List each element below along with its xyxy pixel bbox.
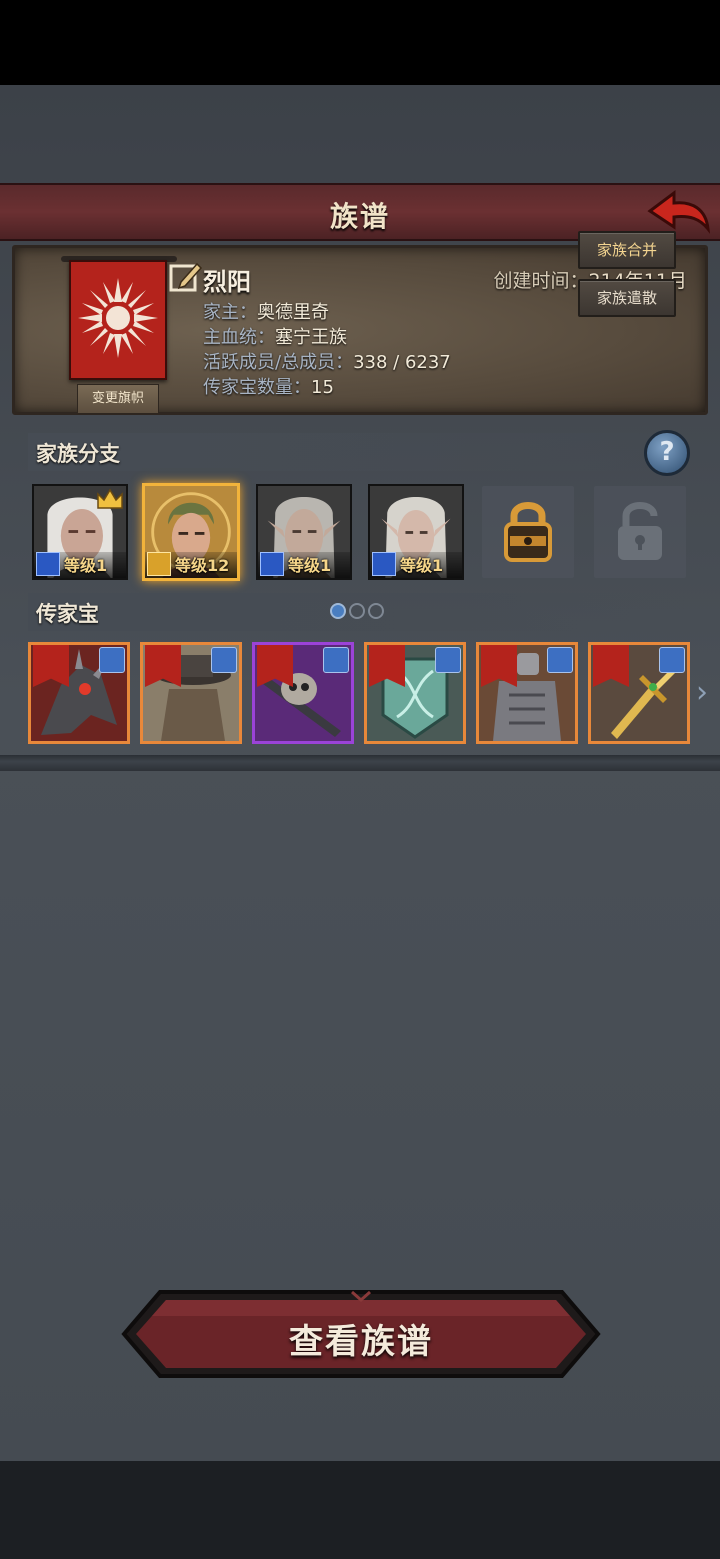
info-label: 主血统： xyxy=(203,327,275,348)
person-icon xyxy=(547,647,573,673)
branch-level: 等级1 xyxy=(288,556,332,575)
sword-role-icon xyxy=(36,552,60,576)
clan-info-panel: 变更旗帜 烈阳 创建时间：214年11月 家主：奥德里奇 主血统：塞宁王族 活跃… xyxy=(12,245,708,415)
clan-merge-button[interactable]: 家族合并 xyxy=(578,231,676,269)
heirloom-item[interactable] xyxy=(140,642,242,744)
page-title: 族谱 xyxy=(329,200,390,233)
heirloom-pagination xyxy=(330,603,387,623)
main-bloodline: 主血统：塞宁王族 xyxy=(203,325,451,350)
info-value: 塞宁王族 xyxy=(275,327,347,348)
section-divider xyxy=(0,755,720,771)
heirloom-item[interactable] xyxy=(364,642,466,744)
sword-role-icon xyxy=(260,552,284,576)
person-icon xyxy=(323,647,349,673)
branch-level: 等级1 xyxy=(400,556,444,575)
heirloom-item[interactable] xyxy=(252,642,354,744)
sun-emblem-icon xyxy=(78,278,158,358)
heirloom-item[interactable] xyxy=(588,642,690,744)
clan-name: 烈阳 xyxy=(203,268,251,296)
padlock-grey-icon xyxy=(618,502,662,560)
view-family-tree-label: 查看族谱 xyxy=(289,1322,433,1362)
info-label: 活跃成员/总成员： xyxy=(203,352,354,373)
locked-branch-slot xyxy=(594,486,686,578)
help-icon[interactable]: ? xyxy=(644,430,690,476)
info-label: 传家宝数量： xyxy=(203,377,311,398)
branch-level: 等级12 xyxy=(175,556,230,575)
view-family-tree-button[interactable]: 查看族谱 xyxy=(120,1288,602,1380)
navigation-bar-area xyxy=(0,1461,720,1559)
created-time-label: 创建时间： xyxy=(493,270,589,292)
clan-info-lines: 家主：奥德里奇 主血统：塞宁王族 活跃成员/总成员：338 / 6237 传家宝… xyxy=(203,300,451,400)
heirloom-count: 传家宝数量：15 xyxy=(203,375,451,400)
page-dot[interactable] xyxy=(330,603,346,619)
padlock-gold-icon xyxy=(504,502,552,562)
crown-icon xyxy=(97,488,123,509)
heirlooms-title: 传家宝 xyxy=(36,602,99,626)
person-icon xyxy=(659,647,685,673)
sword-role-icon xyxy=(372,552,396,576)
branch-level: 等级1 xyxy=(64,556,108,575)
person-icon xyxy=(99,647,125,673)
branch-portrait-2[interactable]: 等级12 xyxy=(142,483,240,581)
locked-branch-slot[interactable] xyxy=(482,486,574,578)
page-dot[interactable] xyxy=(368,603,384,619)
branch-portrait-1[interactable]: 等级1 xyxy=(32,484,128,580)
clan-banner[interactable] xyxy=(69,260,167,380)
person-icon xyxy=(435,647,461,673)
status-bar-area xyxy=(0,0,720,85)
shield-role-icon xyxy=(147,552,171,576)
clan-leader: 家主：奥德里奇 xyxy=(203,300,451,325)
info-value: 15 xyxy=(311,377,334,398)
page-dot[interactable] xyxy=(349,603,365,619)
branches-title: 家族分支 xyxy=(36,442,120,466)
branch-portrait-3[interactable]: 等级1 xyxy=(256,484,352,580)
clan-dissolve-button[interactable]: 家族遣散 xyxy=(578,279,676,317)
info-value: 奥德里奇 xyxy=(257,302,329,323)
person-icon xyxy=(211,647,237,673)
member-count: 活跃成员/总成员：338 / 6237 xyxy=(203,350,451,375)
info-label: 家主： xyxy=(203,302,257,323)
heirloom-item[interactable] xyxy=(28,642,130,744)
branches-header: 家族分支 xyxy=(28,433,688,471)
info-value: 338 / 6237 xyxy=(353,352,451,373)
family-tree-screen: 族谱 变更旗帜 烈阳 创建时间：214年11月 xyxy=(0,85,720,1461)
heirloom-item[interactable] xyxy=(476,642,578,744)
chevron-right-icon[interactable]: › xyxy=(696,675,708,710)
change-banner-button[interactable]: 变更旗帜 xyxy=(77,384,159,414)
back-arrow-icon[interactable] xyxy=(646,189,712,237)
edit-name-icon[interactable] xyxy=(169,260,203,294)
branch-portrait-4[interactable]: 等级1 xyxy=(368,484,464,580)
